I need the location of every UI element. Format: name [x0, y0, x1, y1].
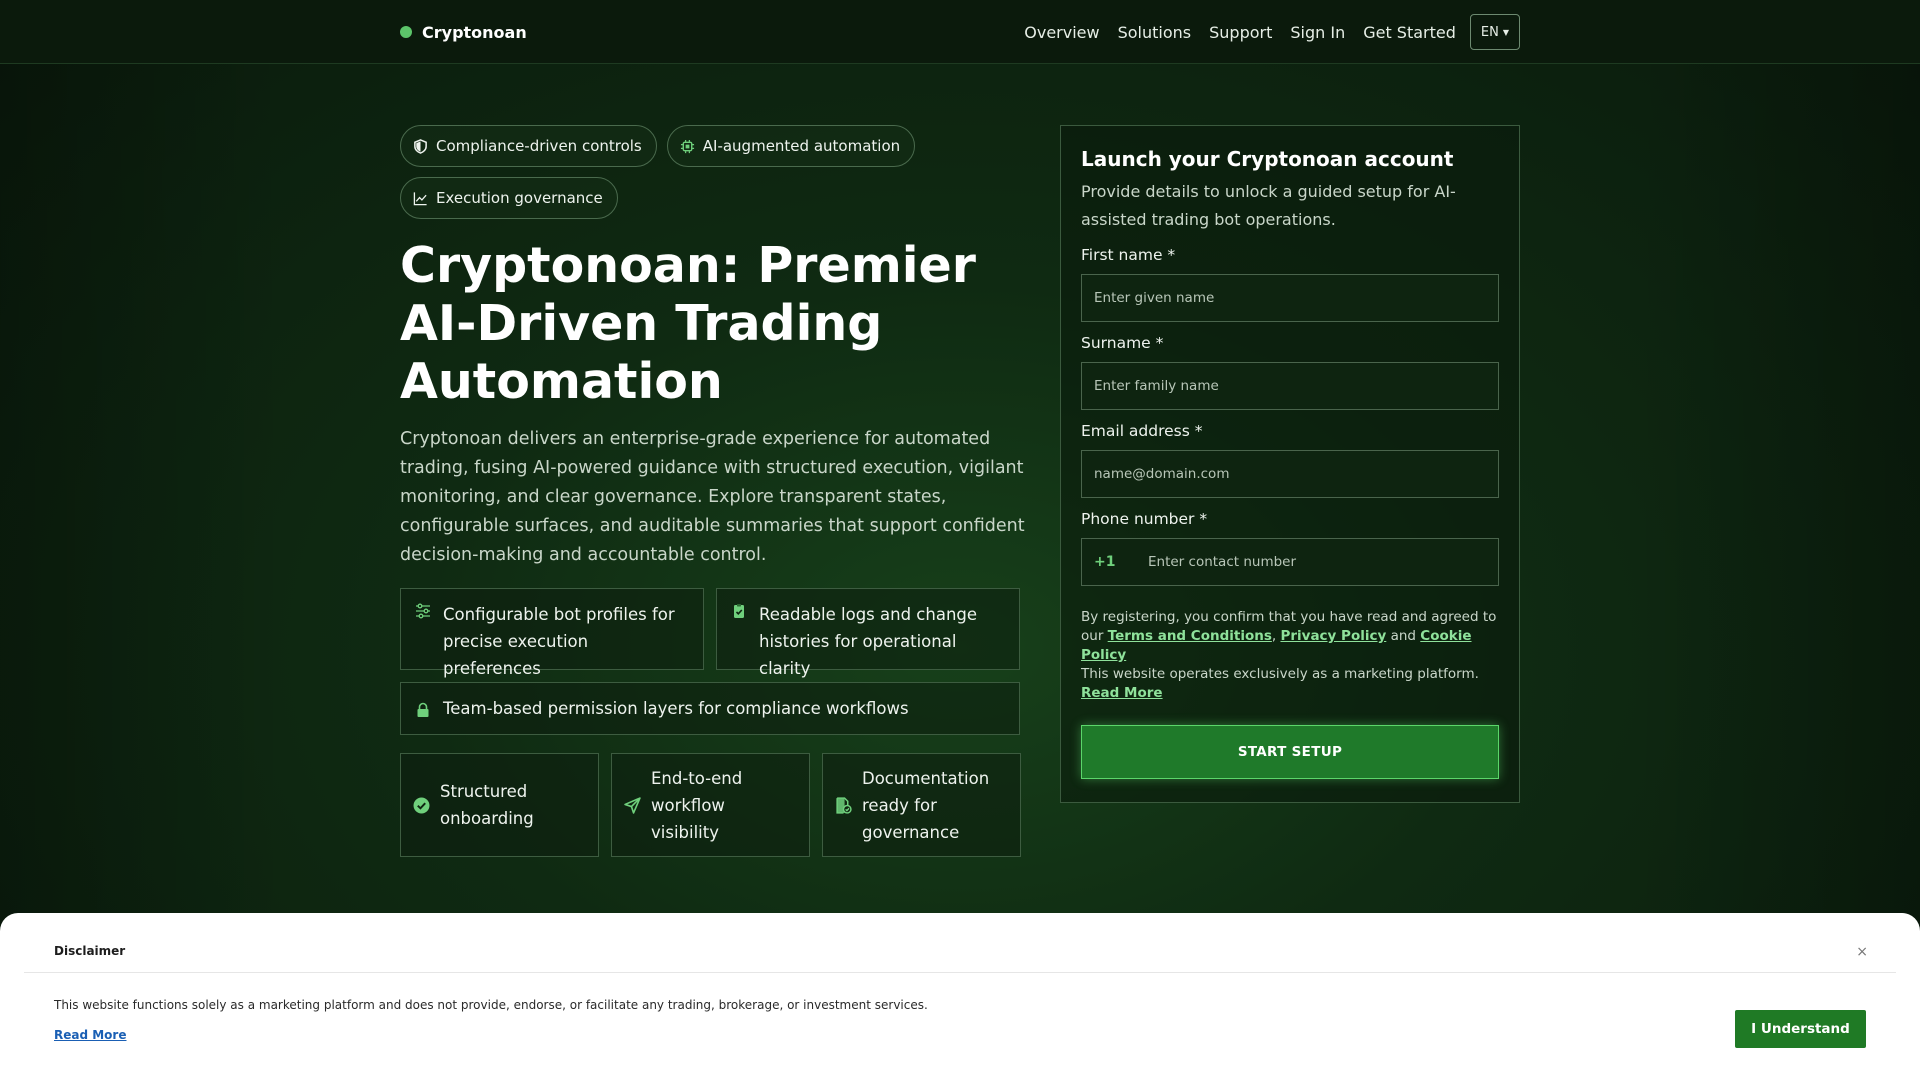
nav-get-started[interactable]: Get Started: [1363, 23, 1456, 42]
check-circle-icon: [413, 797, 430, 813]
phone-label: Phone number *: [1081, 510, 1208, 528]
feature-grid: Configurable bot profiles for precise ex…: [400, 588, 1020, 735]
shield-icon: [414, 138, 427, 154]
clipboard-check-icon: [734, 604, 744, 618]
surname-input[interactable]: Enter family name: [1081, 362, 1499, 410]
read-more-link[interactable]: Read More: [1081, 685, 1163, 701]
hero-title: Cryptonoan: Premier AI-Driven Trading Au…: [400, 237, 976, 410]
sliders-icon: [416, 603, 430, 619]
i-understand-button[interactable]: I Understand: [1735, 1010, 1866, 1048]
feature-card: Readable logs and change histories for o…: [716, 588, 1020, 678]
close-icon[interactable]: ×: [1856, 944, 1868, 960]
feature-card: Team-based permission layers for complia…: [400, 682, 1020, 735]
feature-text: Configurable bot profiles for precise ex…: [443, 605, 675, 678]
terms-link[interactable]: Terms and Conditions: [1108, 628, 1272, 644]
chip-label: AI-augmented automation: [702, 137, 901, 155]
nav-overview[interactable]: Overview: [1024, 23, 1099, 42]
disclaimer-read-more-link[interactable]: Read More: [54, 1028, 127, 1042]
brand-name: Cryptonoan: [422, 22, 527, 42]
phone-placeholder: Enter contact number: [1148, 554, 1297, 570]
feature-text: Readable logs and change histories for o…: [759, 605, 978, 678]
feature-card: Configurable bot profiles for precise ex…: [400, 588, 704, 678]
marketing-note: This website operates exclusively as a m…: [1081, 666, 1479, 682]
start-setup-button[interactable]: START SETUP: [1081, 725, 1499, 779]
main-nav: Overview Solutions Support Sign In Get S…: [1024, 14, 1520, 50]
first-name-field-group: First name * Enter given name: [1081, 246, 1499, 322]
signup-form-card: Launch your Cryptonoan account Provide d…: [1060, 125, 1520, 803]
hero-section: Compliance-driven controls AI-augmented …: [400, 125, 1025, 857]
chip-label: Execution governance: [436, 189, 603, 207]
brand-dot-icon: [400, 26, 412, 38]
form-title: Launch your Cryptonoan account: [1081, 147, 1454, 171]
brand-logo[interactable]: Cryptonoan: [400, 20, 527, 44]
highlight-card: Structured onboarding: [400, 753, 599, 857]
first-name-label: First name *: [1081, 246, 1176, 264]
surname-label: Surname *: [1081, 334, 1164, 352]
line-chart-icon: [413, 191, 427, 205]
document-check-icon: [836, 796, 852, 814]
send-icon: [624, 796, 641, 814]
surname-field-group: Surname * Enter family name: [1081, 334, 1499, 410]
nav-solutions[interactable]: Solutions: [1118, 23, 1192, 42]
language-selector[interactable]: EN ▼: [1469, 14, 1520, 50]
consent-and: and: [1390, 628, 1416, 644]
hero-description: Cryptonoan delivers an enterprise-grade …: [400, 429, 1025, 565]
privacy-link[interactable]: Privacy Policy: [1280, 628, 1386, 644]
chip-label: Compliance-driven controls: [436, 137, 642, 155]
consent-comma: ,: [1271, 628, 1277, 644]
first-name-input[interactable]: Enter given name: [1081, 274, 1499, 322]
email-field-group: Email address * name@domain.com: [1081, 422, 1499, 498]
email-input[interactable]: name@domain.com: [1081, 450, 1499, 498]
feature-text: Team-based permission layers for complia…: [443, 699, 909, 718]
disclaimer-text: This website functions solely as a marke…: [54, 998, 928, 1012]
email-label: Email address *: [1081, 422, 1203, 440]
form-subtitle: Provide details to unlock a guided setup…: [1081, 182, 1456, 229]
chip-ai-automation: AI-augmented automation: [666, 125, 916, 167]
highlight-text: Structured onboarding: [440, 782, 534, 828]
divider: [24, 972, 1896, 973]
hero-chips: Compliance-driven controls AI-augmented …: [400, 125, 1020, 219]
country-code[interactable]: +1: [1094, 554, 1148, 570]
top-navbar: Cryptonoan Overview Solutions Support Si…: [0, 0, 1920, 64]
highlight-card: Documentation ready for governance: [822, 753, 1021, 857]
caret-down-icon: ▼: [1502, 27, 1509, 37]
highlight-grid: Structured onboarding End-to-end workflo…: [400, 753, 1021, 857]
chip-cpu-icon: [680, 139, 694, 153]
chip-execution-governance: Execution governance: [400, 177, 618, 219]
nav-support[interactable]: Support: [1209, 23, 1272, 42]
disclaimer-title: Disclaimer: [54, 944, 126, 958]
lock-icon: [417, 702, 429, 717]
highlight-card: End-to-end workflow visibility: [611, 753, 810, 857]
highlight-text: End-to-end workflow visibility: [651, 768, 743, 842]
phone-field-group: Phone number * +1 Enter contact number: [1081, 510, 1499, 586]
consent-text: By registering, you confirm that you hav…: [1081, 608, 1499, 703]
language-label: EN: [1480, 24, 1499, 40]
chip-compliance: Compliance-driven controls: [400, 125, 657, 167]
nav-sign-in[interactable]: Sign In: [1290, 23, 1345, 42]
disclaimer-banner: Disclaimer × This website functions sole…: [0, 913, 1920, 1080]
highlight-text: Documentation ready for governance: [862, 768, 990, 842]
phone-input[interactable]: +1 Enter contact number: [1081, 538, 1499, 586]
